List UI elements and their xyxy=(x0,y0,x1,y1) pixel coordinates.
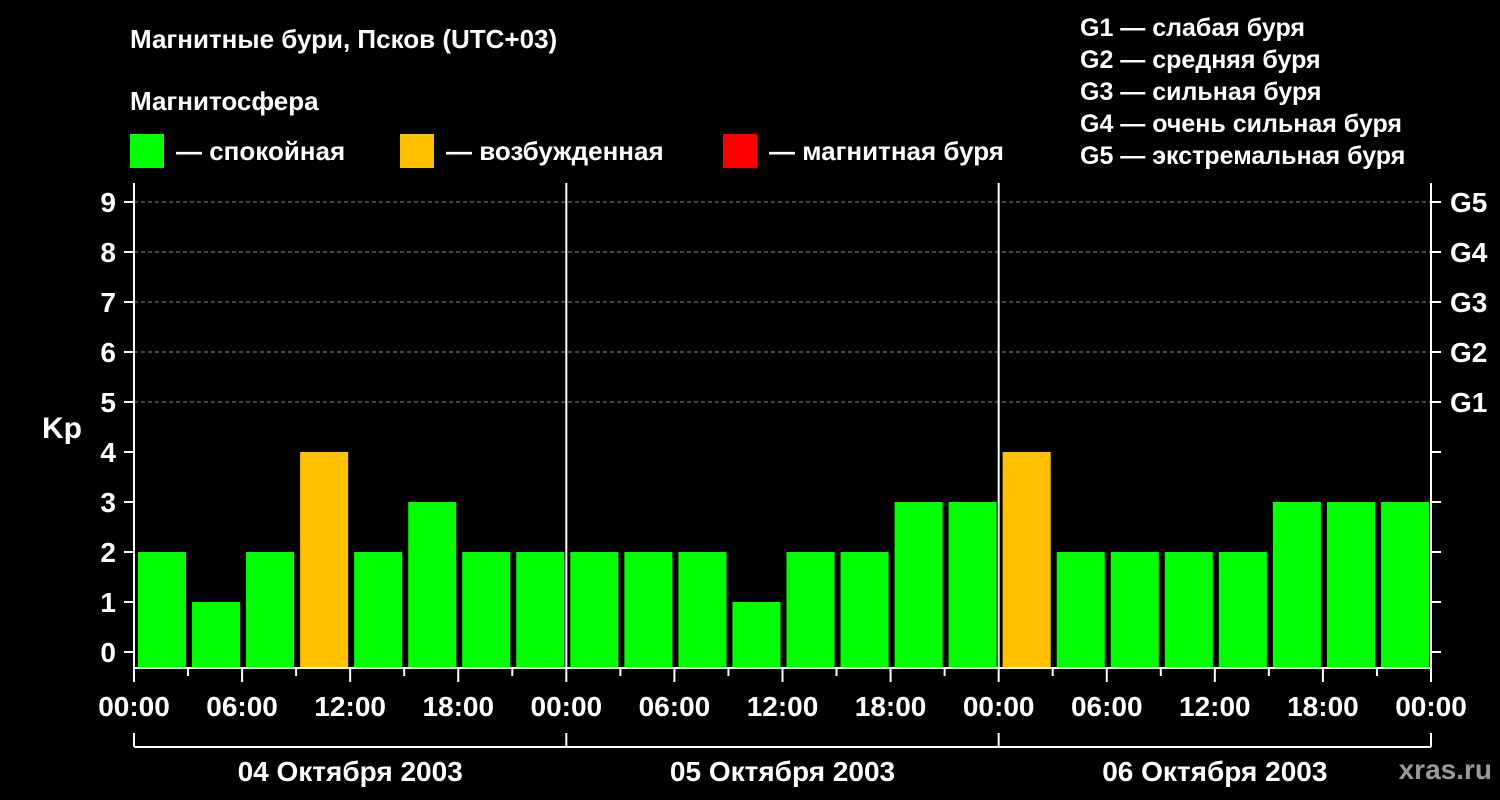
kp-bar xyxy=(570,552,619,668)
kp-bar xyxy=(624,552,673,668)
kp-bar xyxy=(1218,552,1267,668)
x-tick-label: 00:00 xyxy=(963,691,1035,722)
x-tick-label: 12:00 xyxy=(1179,691,1251,722)
y-tick-label: 2 xyxy=(100,537,116,568)
kp-bar xyxy=(1380,502,1429,668)
kp-bar xyxy=(138,552,187,668)
kp-chart: 0 1 2 3 4 5 6 7 8 9 G1 G2 G3 G4 G5 Kp 00:00 06:00 12:00 18:… xyxy=(42,183,1488,787)
right-axis-label: G2 xyxy=(1450,337,1487,368)
kp-bar xyxy=(894,502,943,668)
kp-bar xyxy=(1326,502,1375,668)
y-tick-label: 9 xyxy=(100,187,116,218)
x-tick-label: 18:00 xyxy=(422,691,494,722)
y-tick-label: 0 xyxy=(100,637,116,668)
y-tick-label: 3 xyxy=(100,487,116,518)
x-tick-label: 12:00 xyxy=(747,691,819,722)
x-tick-label: 06:00 xyxy=(206,691,278,722)
kp-bar xyxy=(840,552,889,668)
y-tick-label: 8 xyxy=(100,237,116,268)
y-tick-label: 6 xyxy=(100,337,116,368)
right-axis-label: G5 xyxy=(1450,187,1487,218)
kp-bar xyxy=(192,602,241,668)
right-axis-label: G3 xyxy=(1450,287,1487,318)
x-tick-label: 12:00 xyxy=(314,691,386,722)
day-label: 04 Октября 2003 xyxy=(238,756,463,787)
day-label: 06 Октября 2003 xyxy=(1102,756,1327,787)
kp-bar xyxy=(408,502,457,668)
kp-bar xyxy=(516,552,565,668)
x-tick-label: 18:00 xyxy=(855,691,927,722)
y-tick-label: 7 xyxy=(100,287,116,318)
x-tick-label: 00:00 xyxy=(98,691,170,722)
source-label: xras.ru xyxy=(1398,754,1492,785)
x-tick-label: 00:00 xyxy=(1395,691,1467,722)
y-tick-label: 4 xyxy=(100,437,116,468)
kp-bar xyxy=(1272,502,1321,668)
right-axis-label: G4 xyxy=(1450,237,1488,268)
y-tick-label: 1 xyxy=(100,587,116,618)
x-tick-label: 06:00 xyxy=(639,691,711,722)
kp-bar xyxy=(462,552,511,668)
x-tick-label: 18:00 xyxy=(1287,691,1359,722)
day-label: 05 Октября 2003 xyxy=(670,756,895,787)
kp-bar xyxy=(786,552,835,668)
kp-bar xyxy=(354,552,403,668)
right-axis-label: G1 xyxy=(1450,387,1487,418)
kp-bar xyxy=(948,502,997,668)
kp-bar xyxy=(1002,452,1051,668)
y-axis-title: Kp xyxy=(42,412,82,445)
y-tick-label: 5 xyxy=(100,387,116,418)
kp-bar xyxy=(246,552,295,668)
x-tick-label: 00:00 xyxy=(531,691,603,722)
kp-bar xyxy=(732,602,781,668)
kp-bar xyxy=(678,552,727,668)
kp-bar xyxy=(1056,552,1105,668)
kp-bar xyxy=(1164,552,1213,668)
kp-bar xyxy=(1110,552,1159,668)
kp-bar xyxy=(300,452,349,668)
x-tick-label: 06:00 xyxy=(1071,691,1143,722)
